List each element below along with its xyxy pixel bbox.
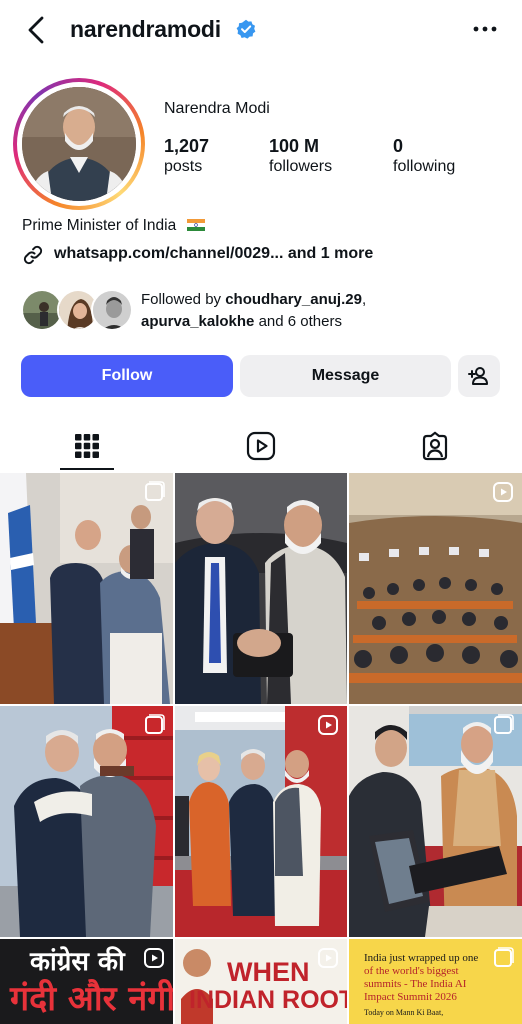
tab-posts[interactable] (0, 420, 174, 472)
grid-icon (75, 434, 99, 458)
bio: Prime Minister of India (22, 217, 205, 235)
post-image (349, 473, 522, 704)
followers-label: followers (269, 158, 333, 175)
story-ring[interactable] (13, 78, 145, 210)
avatar (91, 289, 133, 331)
posts-grid: कांग्रेस की गंदी और नंगी WHEN INDIAN ROO… (0, 473, 522, 1024)
post-caption-text: कांग्रेस की (30, 947, 125, 977)
reel-icon (493, 482, 513, 502)
mutual-follower-link[interactable]: apurva_kalokhe (141, 313, 254, 330)
follow-button[interactable]: Follow (21, 355, 233, 397)
post-caption-text: INDIAN ROOTS (189, 986, 347, 1014)
suggest-accounts-button[interactable] (458, 355, 500, 397)
post-caption-text: WHEN (227, 957, 310, 987)
post-thumbnail[interactable] (175, 706, 347, 937)
post-caption-text: गंदी और नंगी (10, 979, 173, 1019)
profile-username: narendramodi (70, 16, 221, 42)
followed-by-text[interactable]: Followed by choudhary_anuj.29, apurva_kal… (141, 289, 511, 333)
posts-label: posts (164, 158, 203, 175)
following-count: 0 (393, 136, 404, 156)
active-tab-indicator (60, 468, 114, 470)
avatar[interactable] (22, 87, 136, 201)
tagged-person-icon (422, 431, 448, 461)
post-thumbnail[interactable]: WHEN INDIAN ROOTS (175, 939, 347, 1024)
followers-count: 100 M (269, 136, 320, 156)
carousel-icon (494, 947, 514, 967)
add-person-icon (468, 367, 488, 385)
post-thumbnail[interactable] (349, 706, 522, 937)
reel-icon (144, 948, 164, 968)
post-thumbnail[interactable] (175, 473, 347, 704)
avatar-image (22, 87, 136, 201)
posts-count: 1,207 (164, 136, 210, 156)
followers-stat[interactable]: 100 M followers (269, 136, 332, 178)
chevron-left-icon (28, 16, 44, 44)
carousel-icon (145, 714, 165, 734)
post-image (0, 473, 173, 704)
post-thumbnail[interactable] (349, 473, 522, 704)
post-image (175, 473, 347, 704)
display-name: Narendra Modi (164, 100, 270, 117)
tab-reels[interactable] (174, 420, 348, 472)
reel-icon (318, 948, 338, 968)
verified-badge-icon (236, 19, 256, 39)
more-horizontal-icon (473, 26, 497, 32)
profile-tabs (0, 420, 522, 472)
reel-icon (318, 715, 338, 735)
link-icon (23, 245, 43, 265)
following-label: following (393, 158, 456, 175)
india-flag-icon (186, 218, 205, 231)
bio-text: Prime Minister of India (22, 217, 177, 234)
carousel-icon (494, 714, 514, 734)
post-thumbnail[interactable] (0, 706, 173, 937)
carousel-icon (145, 481, 165, 501)
post-thumbnail[interactable]: India just wrapped up one of the world's… (349, 939, 522, 1024)
post-image (175, 706, 347, 937)
reels-icon (246, 431, 276, 461)
mutual-follower-link[interactable]: choudhary_anuj.29 (225, 291, 362, 308)
posts-stat[interactable]: 1,207 posts (164, 136, 209, 178)
mutual-followers-avatars[interactable] (21, 289, 133, 333)
message-button[interactable]: Message (240, 355, 451, 397)
following-stat[interactable]: 0 following (393, 136, 455, 178)
more-options-button[interactable] (470, 18, 500, 40)
bio-link-text[interactable]: whatsapp.com/channel/0029... and 1 more (54, 245, 373, 263)
post-thumbnail[interactable] (0, 473, 173, 704)
post-image (349, 706, 522, 937)
back-button[interactable] (24, 14, 52, 46)
tab-tagged[interactable] (348, 420, 522, 472)
top-bar: narendramodi (0, 0, 522, 62)
post-image (0, 706, 173, 937)
post-thumbnail[interactable]: कांग्रेस की गंदी और नंगी (0, 939, 173, 1024)
